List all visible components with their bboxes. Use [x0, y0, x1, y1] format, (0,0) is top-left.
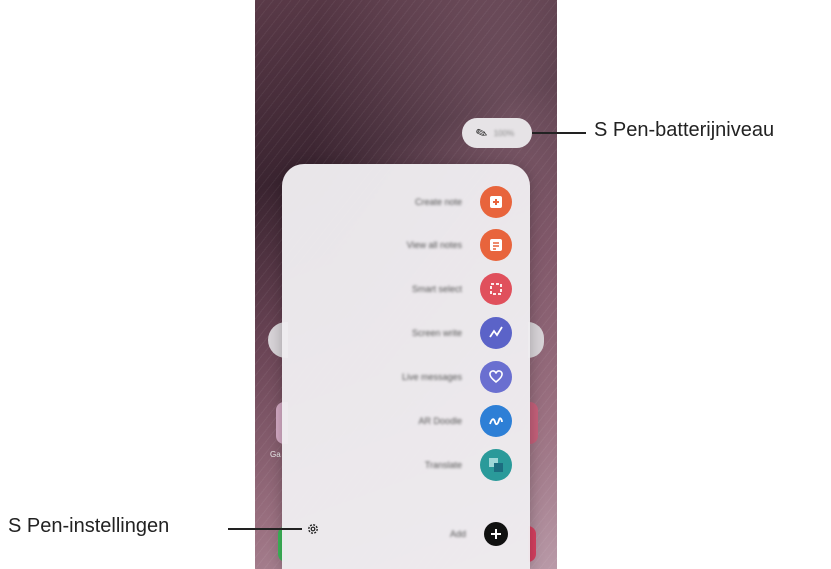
battery-percent: 100%: [493, 128, 515, 138]
smart-select-icon: [480, 273, 512, 305]
menu-item-label: View all notes: [406, 240, 462, 250]
battery-indicator: ✎ 100%: [462, 118, 532, 148]
menu-item-label: AR Doodle: [418, 416, 462, 426]
menu-item-smart-select[interactable]: Smart select: [412, 271, 512, 307]
menu-item-live-messages[interactable]: Live messages: [402, 359, 512, 395]
gear-icon[interactable]: [306, 522, 320, 536]
menu-item-label: Translate: [424, 460, 462, 470]
menu-item-add[interactable]: Add: [450, 516, 512, 552]
ar-doodle-icon: [480, 405, 512, 437]
menu-item-label: Add: [449, 529, 466, 539]
menu-item-screen-write[interactable]: Screen write: [412, 315, 512, 351]
menu-item-translate[interactable]: Translate: [425, 447, 512, 483]
air-command-panel: Create note View all notes Smart select …: [282, 164, 530, 569]
callout-line-battery: [532, 132, 586, 134]
callout-line-settings: [228, 528, 302, 530]
create-note-icon: [480, 186, 512, 218]
background-app-label: Ga: [270, 450, 281, 459]
menu-item-ar-doodle[interactable]: AR Doodle: [418, 403, 512, 439]
s-pen-icon: ✎: [473, 123, 490, 143]
add-icon: [484, 522, 508, 546]
menu-item-label: Screen write: [411, 328, 462, 338]
menu-item-create-note[interactable]: Create note: [415, 184, 512, 220]
view-notes-icon: [480, 229, 512, 261]
callout-settings-label: S Pen-instellingen: [8, 515, 170, 537]
callout-battery-label: S Pen-batterijniveau: [594, 119, 775, 141]
menu-item-label: Smart select: [411, 284, 462, 294]
menu-item-view-all-notes[interactable]: View all notes: [407, 227, 512, 263]
translate-icon: [480, 449, 512, 481]
screen-write-icon: [480, 317, 512, 349]
menu-item-label: Live messages: [401, 372, 462, 382]
menu-item-label: Create note: [414, 197, 462, 207]
live-messages-icon: [480, 361, 512, 393]
